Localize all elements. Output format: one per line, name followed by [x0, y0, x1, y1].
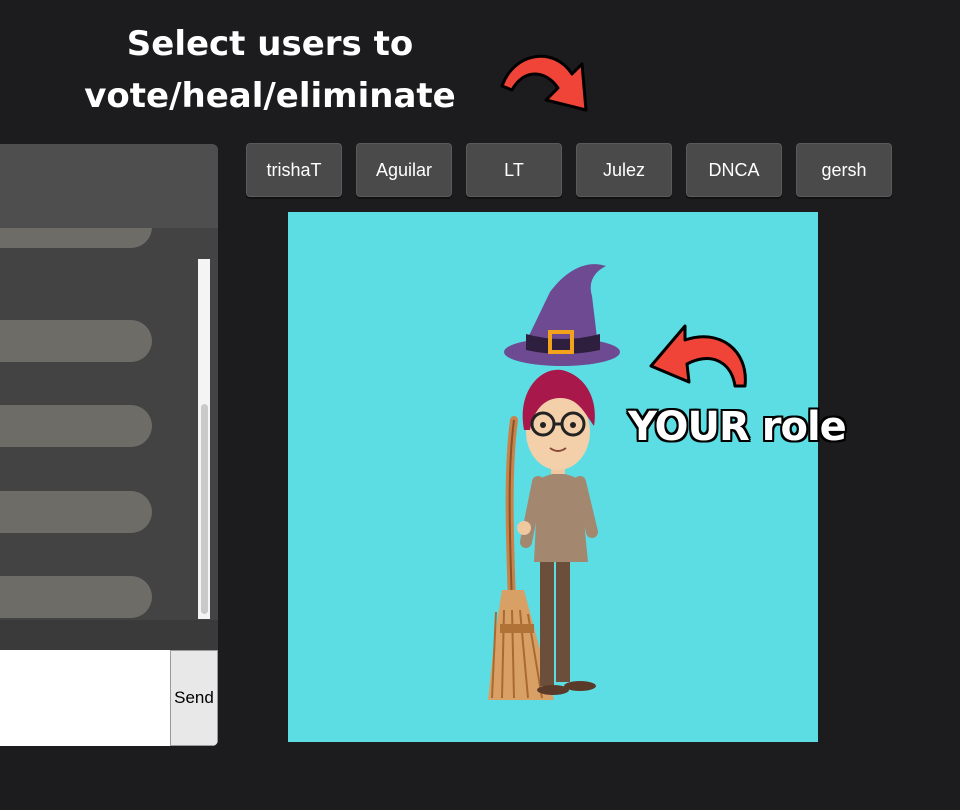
- chat-message-input[interactable]: [0, 650, 174, 746]
- chat-panel: Send: [0, 144, 218, 746]
- user-button-LT[interactable]: LT: [466, 143, 562, 197]
- user-button-DNCA[interactable]: DNCA: [686, 143, 782, 197]
- your-role-annotation: YOUR role: [628, 404, 847, 450]
- witch-hat-icon: [504, 264, 620, 366]
- witch-character-illustration: [488, 264, 620, 700]
- user-button-gersh[interactable]: gersh: [796, 143, 892, 197]
- chat-message-bubble: [0, 405, 152, 447]
- user-button-Julez[interactable]: Julez: [576, 143, 672, 197]
- instruction-headline: Select users to vote/heal/eliminate: [60, 18, 480, 122]
- chat-message-bubble: [0, 576, 152, 618]
- curved-arrow-icon: [649, 324, 747, 388]
- user-button-trishaT[interactable]: trishaT: [246, 143, 342, 197]
- chat-header: [0, 144, 218, 228]
- curved-arrow-icon: [500, 54, 588, 112]
- instruction-line-2: vote/heal/eliminate: [84, 76, 456, 116]
- chat-message-bubble: [0, 228, 152, 248]
- send-button[interactable]: Send: [170, 650, 218, 746]
- chat-messages: [0, 228, 218, 620]
- user-button-Aguilar[interactable]: Aguilar: [356, 143, 452, 197]
- chat-message-bubble: [0, 491, 152, 533]
- instruction-line-1: Select users to: [126, 24, 414, 64]
- chat-scrollbar[interactable]: [198, 259, 210, 619]
- role-card: [288, 212, 818, 742]
- chat-scrollbar-thumb[interactable]: [201, 404, 208, 614]
- chat-message-bubble: [0, 320, 152, 362]
